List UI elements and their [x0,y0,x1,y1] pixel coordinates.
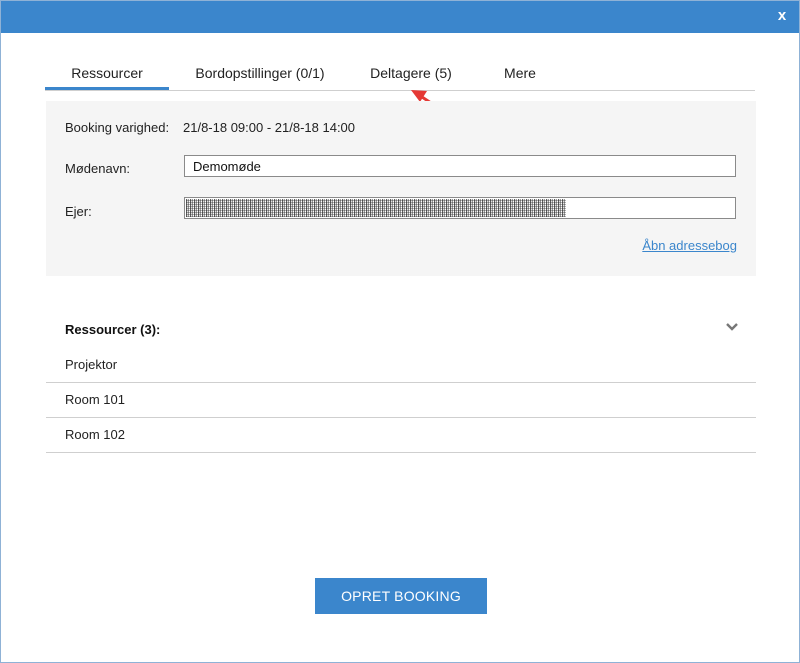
owner-label: Ejer: [65,204,92,219]
chevron-down-icon[interactable] [724,319,740,335]
close-button[interactable]: x [773,6,791,26]
owner-redacted-value [186,199,566,217]
tab-deltagere[interactable]: Deltagere (5) [359,57,463,88]
tab-bar: Ressourcer Bordopstillinger (0/1) Deltag… [45,57,755,91]
tab-ressourcer[interactable]: Ressourcer [45,57,169,90]
resource-label: Room 102 [65,427,125,442]
booking-form-panel: Booking varighed: 21/8-18 09:00 - 21/8-1… [46,101,756,276]
resource-row-projektor: Projektor [46,348,756,383]
duration-value: 21/8-18 09:00 - 21/8-18 14:00 [183,120,356,135]
resource-row-room-102: Room 102 [46,418,756,453]
resources-header: Ressourcer (3): [65,322,161,337]
create-booking-button[interactable]: OPRET BOOKING [315,578,487,614]
address-book-link[interactable]: Åbn adressebog [642,238,737,253]
meeting-name-label: Mødenavn: [65,161,131,176]
tab-mere[interactable]: Mere [495,57,545,88]
dialog-titlebar: x [1,1,799,33]
resource-label: Projektor [65,357,118,372]
duration-label: Booking varighed: [65,120,170,135]
meeting-name-input[interactable] [184,155,736,177]
tab-bordopstillinger[interactable]: Bordopstillinger (0/1) [185,57,335,88]
resource-label: Room 101 [65,392,125,407]
booking-dialog: x Ressourcer Bordopstillinger (0/1) Delt… [0,0,800,663]
owner-field[interactable] [184,197,736,219]
resource-row-room-101: Room 101 [46,383,756,418]
